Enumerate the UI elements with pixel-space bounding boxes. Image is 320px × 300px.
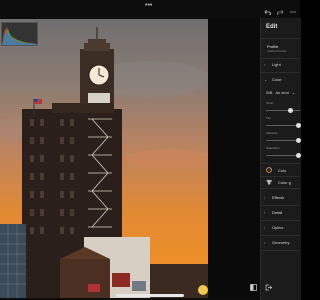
section-label: Optics: [272, 225, 284, 230]
divider: [261, 220, 300, 221]
chevron-down-icon: ⌄: [264, 77, 268, 82]
section-detail[interactable]: › Detail: [264, 210, 282, 215]
section-light[interactable]: › Light: [264, 62, 281, 67]
section-label: Effects: [272, 195, 285, 200]
slider-knob[interactable]: [296, 138, 301, 143]
section-geometry[interactable]: › Geometry: [264, 240, 290, 245]
color-mixer-label: Colo: [278, 167, 287, 173]
histogram: [1, 22, 38, 46]
tint-slider[interactable]: [266, 123, 301, 128]
menu-dots[interactable]: •••: [145, 2, 152, 9]
slider-knob[interactable]: [296, 153, 301, 158]
section-optics[interactable]: › Optics: [264, 225, 283, 230]
divider: [261, 205, 300, 206]
divider: [261, 58, 300, 59]
edit-panel: [260, 18, 301, 300]
vibrance-label: Vibrance: [266, 131, 278, 135]
color-grading-row[interactable]: Color g: [266, 179, 291, 185]
saturation-slider[interactable]: [266, 153, 301, 158]
divider: [261, 38, 300, 39]
divider: [261, 250, 300, 251]
chevron-right-icon: ›: [264, 62, 266, 67]
vibrance-slider[interactable]: [266, 138, 301, 143]
section-label: Detail: [272, 210, 283, 215]
undo-icon[interactable]: [263, 8, 271, 16]
divider: [261, 188, 300, 189]
chevron-down-icon: ⌄: [291, 90, 296, 95]
redo-icon[interactable]: [276, 8, 284, 16]
section-label: Color: [272, 77, 282, 82]
exit-icon[interactable]: [265, 284, 272, 291]
temp-slider[interactable]: [266, 108, 300, 113]
section-color[interactable]: ⌄ Color: [264, 77, 282, 82]
section-label: Light: [272, 62, 281, 67]
panel-title: Edit: [266, 24, 278, 30]
chevron-right-icon: ›: [264, 210, 266, 215]
chevron-right-icon: ›: [264, 225, 266, 230]
color-grading-icon: [266, 179, 272, 185]
more-icon[interactable]: [289, 8, 297, 16]
photo-canvas[interactable]: [0, 19, 208, 298]
slider-knob[interactable]: [288, 108, 293, 113]
section-label: Geometry: [272, 240, 290, 245]
compare-icon[interactable]: [250, 284, 257, 291]
divider: [261, 72, 300, 73]
tint-label: Tint: [266, 116, 271, 120]
divider: [261, 176, 300, 177]
profile-value[interactable]: Adobe Portrait: [267, 49, 286, 53]
divider: [261, 163, 300, 164]
color-mixer-icon: [266, 167, 272, 173]
divider: [261, 235, 300, 236]
wb-label: WB: [266, 90, 273, 95]
app-window: ••• Edit Profile Adobe Portrait › Light …: [0, 0, 301, 300]
home-indicator: [116, 294, 184, 297]
temp-label: Temp: [266, 101, 274, 105]
chevron-right-icon: ›: [264, 195, 266, 200]
section-effects[interactable]: › Effects: [264, 195, 284, 200]
slider-knob[interactable]: [296, 123, 301, 128]
wb-value[interactable]: As shot: [275, 90, 288, 95]
canvas-gutter: [208, 19, 260, 298]
color-mixer-row[interactable]: Colo: [266, 167, 286, 173]
color-grading-label: Color g: [278, 179, 291, 185]
top-bar: •••: [0, 0, 300, 18]
wb-row[interactable]: WB As shot ⌄: [266, 90, 295, 95]
saturation-label: Saturation: [266, 146, 280, 150]
chevron-right-icon: ›: [264, 240, 266, 245]
